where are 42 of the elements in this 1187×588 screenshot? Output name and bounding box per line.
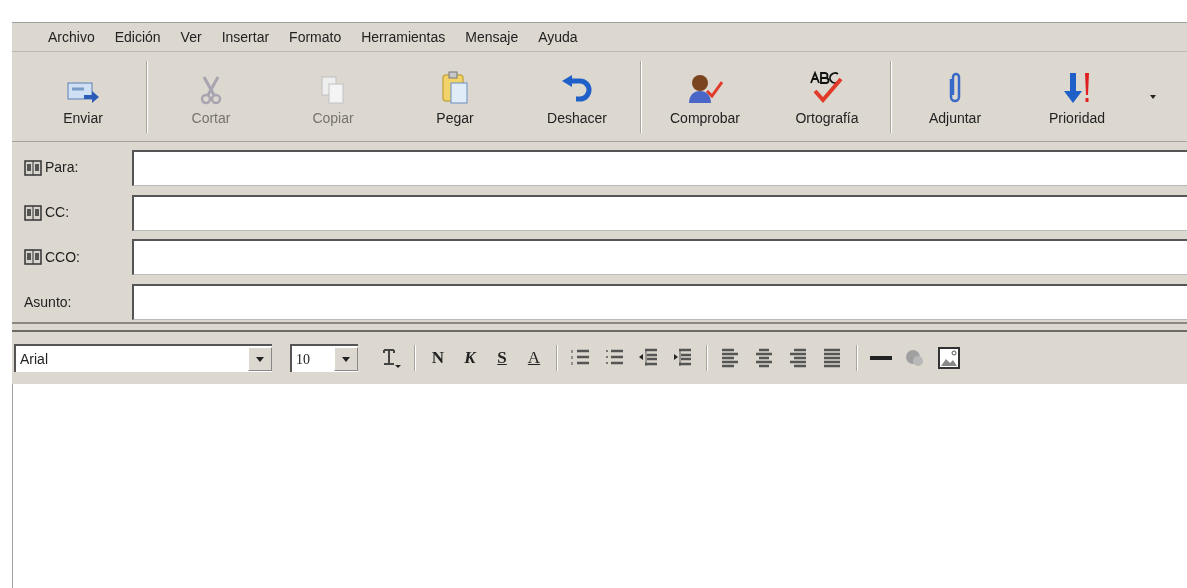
undo-arrow-icon bbox=[560, 74, 594, 105]
menu-item[interactable]: Insertar bbox=[213, 25, 278, 49]
address-field[interactable] bbox=[132, 284, 1187, 321]
increase-indent-icon bbox=[672, 347, 694, 369]
toolbar-button[interactable]: Prioridad bbox=[1016, 56, 1138, 137]
toolbar-button[interactable]: Pegar bbox=[394, 56, 516, 137]
menu-item[interactable]: Archivo bbox=[40, 25, 103, 49]
address-field[interactable] bbox=[132, 194, 1187, 231]
address-field[interactable] bbox=[132, 239, 1187, 276]
image-icon bbox=[938, 347, 960, 369]
address-book-icon bbox=[24, 249, 42, 266]
address-book-icon bbox=[24, 159, 42, 176]
format-button[interactable]: S bbox=[486, 343, 518, 373]
field-label: Para: bbox=[45, 158, 79, 178]
field-label: CC: bbox=[45, 203, 70, 223]
copy-pages-icon bbox=[320, 74, 346, 105]
field-label: CCO: bbox=[45, 247, 80, 267]
format-button[interactable]: N bbox=[422, 343, 454, 373]
font-dropdown[interactable]: Arial bbox=[14, 344, 272, 372]
decrease-indent-icon bbox=[638, 347, 660, 369]
format-button[interactable]: A bbox=[518, 343, 550, 373]
address-book-icon bbox=[24, 204, 42, 221]
menu-item[interactable]: Formato bbox=[281, 25, 350, 49]
paragraph-style-icon bbox=[380, 347, 402, 369]
menu-item[interactable]: Edición bbox=[106, 25, 169, 49]
menu-item[interactable]: Ver bbox=[172, 25, 210, 49]
toolbar-button[interactable]: Enviar bbox=[22, 56, 144, 137]
scissors-icon bbox=[198, 74, 224, 105]
toolbar-button[interactable]: Ortografía bbox=[766, 56, 888, 137]
clipboard-icon bbox=[441, 70, 469, 105]
toolbar-button[interactable]: Deshacer bbox=[516, 56, 638, 137]
menu-item[interactable]: Ayuda bbox=[530, 25, 586, 49]
menu-item[interactable]: Herramientas bbox=[353, 25, 454, 49]
address-field[interactable] bbox=[132, 149, 1187, 186]
horizontal-line-icon bbox=[870, 356, 892, 360]
size-dropdown[interactable]: 10 bbox=[290, 344, 358, 372]
menu-item[interactable]: Mensaje bbox=[457, 25, 527, 49]
person-check-icon bbox=[687, 72, 723, 105]
toolbar-button[interactable]: Adjuntar bbox=[894, 56, 1016, 137]
toolbar-button[interactable]: Comprobar bbox=[644, 56, 766, 137]
format-button[interactable]: K bbox=[454, 343, 486, 373]
field-label: Asunto: bbox=[24, 292, 72, 312]
